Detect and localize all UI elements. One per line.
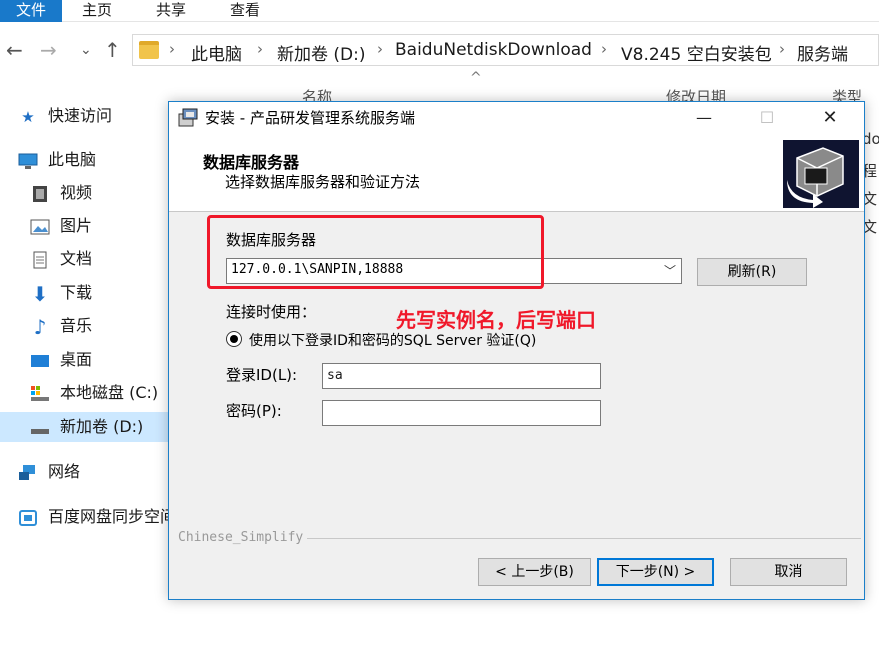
page-subtitle: 选择数据库服务器和验证方法 [225,173,421,191]
breadcrumb-separator: › [601,40,607,58]
nav-drive-d[interactable]: 新加卷 (D:) [0,412,168,442]
sql-auth-label[interactable]: 使用以下登录ID和密码的SQL Server 验证(Q) [249,330,536,350]
forward-arrow-icon[interactable]: → [40,38,57,62]
nav-label: 下载 [60,283,93,302]
cloud-icon [18,509,38,527]
address-bar[interactable]: › 此电脑 › 新加卷 (D:) › BaiduNetdiskDownload … [132,34,879,66]
breadcrumb-this-pc[interactable]: 此电脑 [191,40,242,65]
nav-downloads[interactable]: ⬇ 下载 [30,278,92,308]
language-branding: Chinese_Simplify [178,530,308,545]
refresh-button[interactable]: 刷新(R) [697,258,807,286]
nav-label: 视频 [60,183,93,202]
document-icon [30,251,50,269]
page-title: 数据库服务器 [203,153,300,172]
folder-icon [139,41,159,59]
nav-quick-access[interactable]: ★ 快速访问 [18,101,112,131]
picture-icon [30,218,50,236]
nav-drive-c[interactable]: 本地磁盘 (C:) [30,378,158,408]
tab-home[interactable]: 主页 [82,0,112,22]
breadcrumb-baidu[interactable]: BaiduNetdiskDownload [395,40,592,60]
breadcrumb-separator: › [169,40,175,58]
chevron-down-icon[interactable]: ﹀ [659,259,681,283]
nav-label: 桌面 [60,350,93,369]
computer-icon [18,152,38,170]
back-button[interactable]: < 上一步(B) [478,558,591,586]
sql-auth-radio[interactable] [226,331,242,347]
back-arrow-icon[interactable]: ← [6,38,23,62]
sort-caret-icon: ^ [470,70,482,86]
desktop-icon [30,352,50,370]
breadcrumb-separator: › [779,40,785,58]
connect-label: 连接时使用： [226,303,317,321]
tab-file[interactable]: 文件 [0,0,62,22]
music-icon: ♪ [33,314,47,339]
nav-this-pc[interactable]: 此电脑 [18,145,96,175]
nav-label: 此电脑 [48,150,97,169]
footer-divider [233,538,861,539]
breadcrumb-drive-d[interactable]: 新加卷 (D:) [277,40,366,65]
nav-label: 图片 [60,216,93,235]
login-id-input[interactable]: sa [322,363,601,389]
next-button[interactable]: 下一步(N) > [597,558,714,586]
nav-label: 新加卷 (D:) [60,417,144,436]
maximize-icon: ☐ [759,108,775,127]
drive-icon [30,385,50,403]
installer-dialog: 安装 - 产品研发管理系统服务端 — ☐ ✕ 数据库服务器 选择数据库服务器和验… [168,101,865,600]
nav-label: 文档 [60,249,93,268]
nav-label: 音乐 [60,316,93,335]
wizard-header: 数据库服务器 选择数据库服务器和验证方法 [169,134,864,212]
address-row: ← → ⌄ ↑ › 此电脑 › 新加卷 (D:) › BaiduNetdiskD… [0,30,879,70]
login-id-label: 登录ID(L): [226,366,298,384]
nav-pictures[interactable]: 图片 [30,211,92,241]
breadcrumb-separator: › [377,40,383,58]
nav-documents[interactable]: 文档 [30,244,92,274]
dialog-title: 安装 - 产品研发管理系统服务端 [205,109,415,127]
close-icon[interactable]: ✕ [807,102,853,134]
breadcrumb-separator: › [257,40,263,58]
star-icon: ★ [21,107,35,126]
annotation-text: 先写实例名，后写端口 [396,308,596,332]
tab-view[interactable]: 查看 [230,0,260,22]
nav-label: 网络 [48,462,81,481]
minimize-icon[interactable]: — [681,102,727,134]
nav-videos[interactable]: 视频 [30,178,92,208]
nav-music[interactable]: ♪ 音乐 [30,311,92,341]
server-installer-logo-icon [783,140,859,208]
password-input[interactable] [322,400,601,426]
video-icon [30,185,50,203]
nav-baidu-sync[interactable]: 百度网盘同步空间 [18,502,176,532]
drive-icon [30,419,50,437]
nav-network[interactable]: 网络 [18,457,80,487]
tab-share[interactable]: 共享 [156,0,186,22]
network-icon [18,464,38,482]
dialog-titlebar[interactable]: 安装 - 产品研发管理系统服务端 — ☐ ✕ [169,102,864,134]
recent-locations-icon[interactable]: ⌄ [80,38,92,62]
up-arrow-icon[interactable]: ↑ [104,38,121,62]
installer-app-icon [177,108,199,128]
breadcrumb-server[interactable]: 服务端 [797,40,848,65]
nav-label: 本地磁盘 (C:) [60,383,159,402]
ribbon-tabs: 文件 主页 共享 查看 [0,0,879,22]
highlight-box [207,215,544,289]
nav-label: 快速访问 [48,106,113,125]
download-icon: ⬇ [31,281,49,306]
password-label: 密码(P): [226,402,282,420]
nav-label: 百度网盘同步空间 [48,507,177,526]
cancel-button[interactable]: 取消 [730,558,847,586]
breadcrumb-package[interactable]: V8.245 空白安装包 [621,40,772,65]
nav-desktop[interactable]: 桌面 [30,345,92,375]
